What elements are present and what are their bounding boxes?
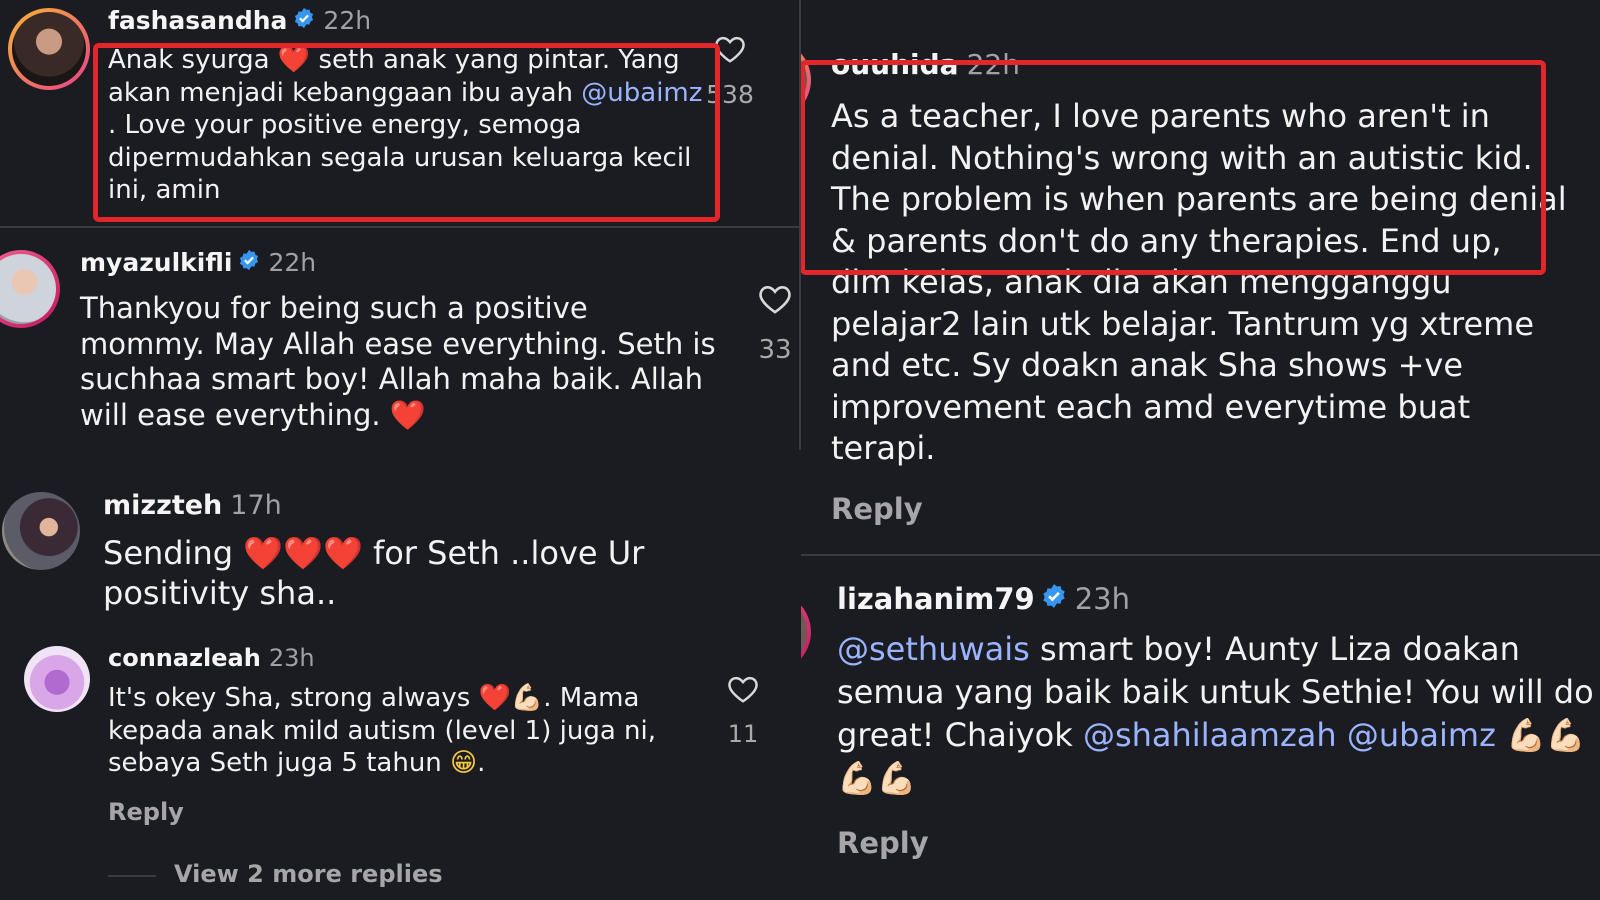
flexed-biceps-emoji-icon: 💪🏻 bbox=[1545, 716, 1586, 754]
comment-text: It's okey Sha, strong always ❤️💪🏻. Mama … bbox=[108, 683, 656, 778]
highlight-box bbox=[93, 43, 720, 222]
avatar[interactable] bbox=[2, 492, 80, 570]
like-button[interactable]: 11 bbox=[718, 674, 768, 748]
avatar[interactable] bbox=[8, 8, 90, 90]
left-comments-panel: fashasandha 22h Anak syurga ❤️ seth anak… bbox=[0, 0, 800, 900]
reply-button[interactable]: Reply bbox=[108, 798, 184, 826]
comment-header: mizzteh 17h bbox=[103, 490, 282, 521]
reply-button[interactable]: Reply bbox=[831, 492, 923, 526]
divider bbox=[0, 226, 800, 228]
avatar[interactable] bbox=[0, 250, 60, 328]
right-comments-panel: ouuhida 22h As a teacher, I love parents… bbox=[801, 0, 1600, 900]
avatar[interactable] bbox=[24, 646, 90, 712]
timestamp: 22h bbox=[323, 6, 372, 35]
flexed-biceps-emoji-icon: 💪🏻 bbox=[876, 759, 917, 797]
heart-emoji-icon: ❤️ bbox=[322, 534, 363, 572]
verified-badge-icon bbox=[293, 6, 315, 35]
comment-header: lizahanim79 23h bbox=[837, 582, 1130, 616]
like-count: 33 bbox=[758, 335, 792, 365]
timestamp: 23h bbox=[1074, 582, 1130, 616]
heart-emoji-icon: ❤️ bbox=[283, 534, 323, 572]
avatar[interactable] bbox=[801, 592, 811, 672]
heart-icon bbox=[759, 286, 791, 314]
like-count: 11 bbox=[727, 720, 759, 748]
mention-link[interactable]: @ubaimz bbox=[1347, 716, 1496, 754]
heart-icon bbox=[728, 676, 758, 703]
like-button[interactable]: 33 bbox=[750, 283, 800, 365]
comment-text: Thankyou for being such a positive mommy… bbox=[80, 291, 716, 432]
verified-badge-icon bbox=[1041, 582, 1067, 616]
timestamp: 23h bbox=[268, 644, 315, 672]
flexed-biceps-emoji-icon: 💪🏻 bbox=[837, 759, 877, 797]
comment-text: @sethuwais smart boy! Aunty Liza doakan … bbox=[837, 630, 1594, 797]
flexed-biceps-emoji-icon: 💪🏻 bbox=[1506, 716, 1546, 754]
username[interactable]: lizahanim79 bbox=[837, 582, 1035, 616]
verified-badge-icon bbox=[238, 248, 260, 277]
heart-emoji-icon: ❤️ bbox=[243, 534, 284, 572]
comment-header: connazleah 23h bbox=[108, 644, 315, 672]
username[interactable]: fashasandha bbox=[108, 6, 287, 35]
heart-emoji-icon: ❤️ bbox=[389, 397, 426, 432]
timestamp: 22h bbox=[268, 248, 317, 277]
reply-button[interactable]: Reply bbox=[837, 826, 929, 860]
mention-link[interactable]: @shahilaamzah bbox=[1083, 716, 1337, 754]
view-more-line bbox=[108, 875, 156, 877]
mention-link[interactable]: @sethuwais bbox=[837, 630, 1030, 668]
comment-header: myazulkifli 22h bbox=[80, 248, 316, 277]
heart-emoji-icon: ❤️ bbox=[478, 683, 511, 713]
username[interactable]: mizzteh bbox=[103, 490, 222, 521]
username[interactable]: myazulkifli bbox=[80, 248, 232, 277]
comment-header: fashasandha 22h bbox=[108, 6, 371, 35]
divider bbox=[801, 554, 1600, 556]
flexed-biceps-emoji-icon: 💪🏻 bbox=[510, 683, 544, 713]
comment-text: Sending ❤️❤️❤️ for Seth ..love Ur positi… bbox=[103, 534, 645, 612]
view-more-replies-button[interactable]: View 2 more replies bbox=[174, 860, 443, 888]
timestamp: 17h bbox=[230, 490, 282, 521]
highlight-box bbox=[801, 60, 1546, 275]
grinning-face-emoji-icon: 😁 bbox=[450, 748, 478, 778]
username[interactable]: connazleah bbox=[108, 644, 261, 672]
